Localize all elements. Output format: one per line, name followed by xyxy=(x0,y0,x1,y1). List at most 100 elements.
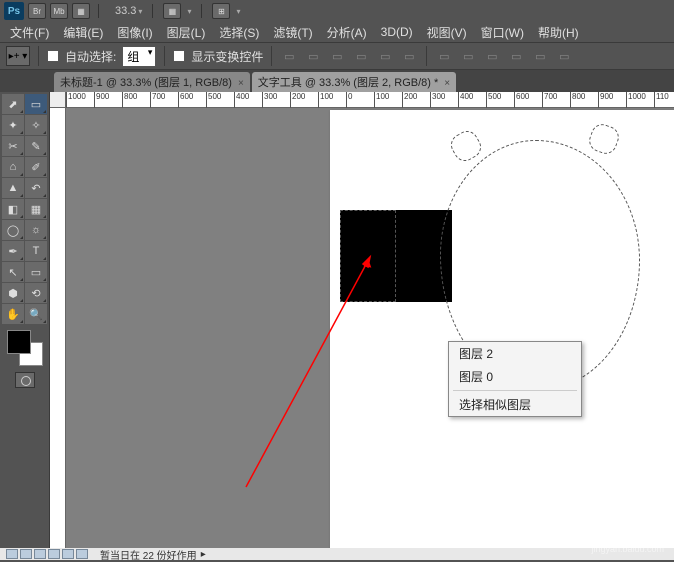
tool-blur[interactable]: ◯ xyxy=(2,220,24,240)
tool-hand[interactable]: ✋ xyxy=(2,304,24,324)
app-logo: Ps xyxy=(4,2,24,20)
menu-layer[interactable]: 图层(L) xyxy=(161,22,212,43)
close-icon[interactable]: × xyxy=(444,78,450,89)
menu-select[interactable]: 选择(S) xyxy=(213,22,265,43)
tool-eraser[interactable]: ◧ xyxy=(2,199,24,219)
statusbar-icon[interactable] xyxy=(34,549,46,559)
separator xyxy=(453,390,577,391)
context-menu-item-layer0[interactable]: 图层 0 xyxy=(449,365,581,388)
ruler-tick: 400 xyxy=(234,92,249,108)
distribute-icon[interactable]: ▭ xyxy=(507,47,525,65)
distribute-icon[interactable]: ▭ xyxy=(531,47,549,65)
dropdown-arrow-icon[interactable]: ▾ xyxy=(187,7,191,16)
horizontal-ruler[interactable]: 1000900800700600500400300200100010020030… xyxy=(66,92,674,108)
menu-edit[interactable]: 编辑(E) xyxy=(57,22,109,43)
menu-filter[interactable]: 滤镜(T) xyxy=(267,22,318,43)
title-bar: Ps Br Mb ▦ 33.3▾ ▦ ▾ ⊞ ▾ xyxy=(0,0,674,22)
screenmode-icon[interactable]: ⊞ xyxy=(212,3,230,19)
tool-wand[interactable]: ✧ xyxy=(25,115,47,135)
tool-3d[interactable]: ⬢ xyxy=(2,283,24,303)
doc-tab-active[interactable]: 文字工具 @ 33.3% (图层 2, RGB/8) *× xyxy=(252,72,456,92)
minibridge-icon[interactable]: Mb xyxy=(50,3,68,19)
close-icon[interactable]: × xyxy=(238,78,244,89)
distribute-icon[interactable]: ▭ xyxy=(459,47,477,65)
ruler-tick: 300 xyxy=(262,92,277,108)
dropdown-arrow-icon[interactable]: ▾ xyxy=(236,7,240,16)
context-menu-item-layer2[interactable]: 图层 2 xyxy=(449,342,581,365)
tool-stamp[interactable]: ▲ xyxy=(2,178,24,198)
foreground-swatch[interactable] xyxy=(7,330,31,354)
options-bar: ▸+ ▾ 自动选择: 组 显示变换控件 ▭ ▭ ▭ ▭ ▭ ▭ ▭ ▭ ▭ ▭ … xyxy=(0,42,674,70)
workspace: ⬈▭✦✧✂✎⌂✐▲↶◧▦◯☼✒T↖▭⬢⟲✋🔍 10009008007006005… xyxy=(0,92,674,548)
show-transform-checkbox[interactable] xyxy=(173,50,185,62)
align-icon[interactable]: ▭ xyxy=(280,47,298,65)
tool-path[interactable]: ↖ xyxy=(2,262,24,282)
bridge-icon[interactable]: Br xyxy=(28,3,46,19)
menu-image[interactable]: 图像(I) xyxy=(111,22,158,43)
separator xyxy=(152,4,153,18)
ruler-tick: 800 xyxy=(570,92,585,108)
distribute-icon[interactable]: ▭ xyxy=(555,47,573,65)
separator xyxy=(271,46,272,66)
quick-mask-icon[interactable] xyxy=(15,372,35,388)
tool-gradient[interactable]: ▦ xyxy=(25,199,47,219)
separator xyxy=(164,46,165,66)
align-icon[interactable]: ▭ xyxy=(304,47,322,65)
doc-tab[interactable]: 未标题-1 @ 33.3% (图层 1, RGB/8)× xyxy=(54,72,250,92)
arrange-icon[interactable]: ▦ xyxy=(163,3,181,19)
menu-view[interactable]: 视图(V) xyxy=(421,22,473,43)
tool-marquee[interactable]: ▭ xyxy=(25,94,47,114)
canvas-area[interactable]: 1000900800700600500400300200100010020030… xyxy=(50,92,674,548)
align-icon[interactable]: ▭ xyxy=(376,47,394,65)
tool-crop[interactable]: ✂ xyxy=(2,136,24,156)
tool-3drot[interactable]: ⟲ xyxy=(25,283,47,303)
menu-bar: 文件(F) 编辑(E) 图像(I) 图层(L) 选择(S) 滤镜(T) 分析(A… xyxy=(0,22,674,42)
tool-shape[interactable]: ▭ xyxy=(25,262,47,282)
marquee-selection-ear xyxy=(447,127,485,165)
watermark-url: jingyan.baidu.com xyxy=(591,544,664,554)
statusbar-icon[interactable] xyxy=(62,549,74,559)
tool-dodge[interactable]: ☼ xyxy=(25,220,47,240)
distribute-icon[interactable]: ▭ xyxy=(435,47,453,65)
statusbar-icon[interactable] xyxy=(48,549,60,559)
auto-select-checkbox[interactable] xyxy=(47,50,59,62)
tool-brush[interactable]: ✐ xyxy=(25,157,47,177)
tool-history[interactable]: ↶ xyxy=(25,178,47,198)
tool-heal[interactable]: ⌂ xyxy=(2,157,24,177)
context-menu-item-select-similar[interactable]: 选择相似图层 xyxy=(449,393,581,416)
status-bar: 暂当日在 22 份好作用 ▸ xyxy=(0,548,674,560)
color-swatches[interactable] xyxy=(7,330,43,366)
menu-analysis[interactable]: 分析(A) xyxy=(321,22,373,43)
tool-zoom[interactable]: 🔍 xyxy=(25,304,47,324)
align-icon[interactable]: ▭ xyxy=(352,47,370,65)
auto-select-dropdown[interactable]: 组 xyxy=(122,46,156,67)
tool-type[interactable]: T xyxy=(25,241,47,261)
grid-icon[interactable]: ▦ xyxy=(72,3,90,19)
vertical-ruler[interactable] xyxy=(50,108,66,548)
ruler-tick: 100 xyxy=(374,92,389,108)
tool-move[interactable]: ⬈ xyxy=(2,94,24,114)
current-tool-icon[interactable]: ▸+ ▾ xyxy=(6,46,30,66)
ruler-tick: 1000 xyxy=(66,92,86,108)
zoom-level[interactable]: 33.3▾ xyxy=(115,5,142,17)
ruler-tick: 400 xyxy=(458,92,473,108)
menu-window[interactable]: 窗口(W) xyxy=(475,22,530,43)
menu-file[interactable]: 文件(F) xyxy=(4,22,55,43)
menu-3d[interactable]: 3D(D) xyxy=(375,23,419,41)
statusbar-icon[interactable] xyxy=(6,549,18,559)
align-icon[interactable]: ▭ xyxy=(328,47,346,65)
canvas-document[interactable] xyxy=(330,110,674,548)
align-icon[interactable]: ▭ xyxy=(400,47,418,65)
statusbar-icon[interactable] xyxy=(20,549,32,559)
distribute-icon[interactable]: ▭ xyxy=(483,47,501,65)
ruler-tick: 100 xyxy=(318,92,333,108)
tool-pen[interactable]: ✒ xyxy=(2,241,24,261)
menu-help[interactable]: 帮助(H) xyxy=(532,22,585,43)
statusbar-icon[interactable] xyxy=(76,549,88,559)
toolbox: ⬈▭✦✧✂✎⌂✐▲↶◧▦◯☼✒T↖▭⬢⟲✋🔍 xyxy=(0,92,50,548)
tool-lasso[interactable]: ✦ xyxy=(2,115,24,135)
ruler-origin[interactable] xyxy=(50,92,66,108)
show-transform-label: 显示变换控件 xyxy=(191,48,263,65)
ruler-tick: 200 xyxy=(290,92,305,108)
tool-eyedrop[interactable]: ✎ xyxy=(25,136,47,156)
